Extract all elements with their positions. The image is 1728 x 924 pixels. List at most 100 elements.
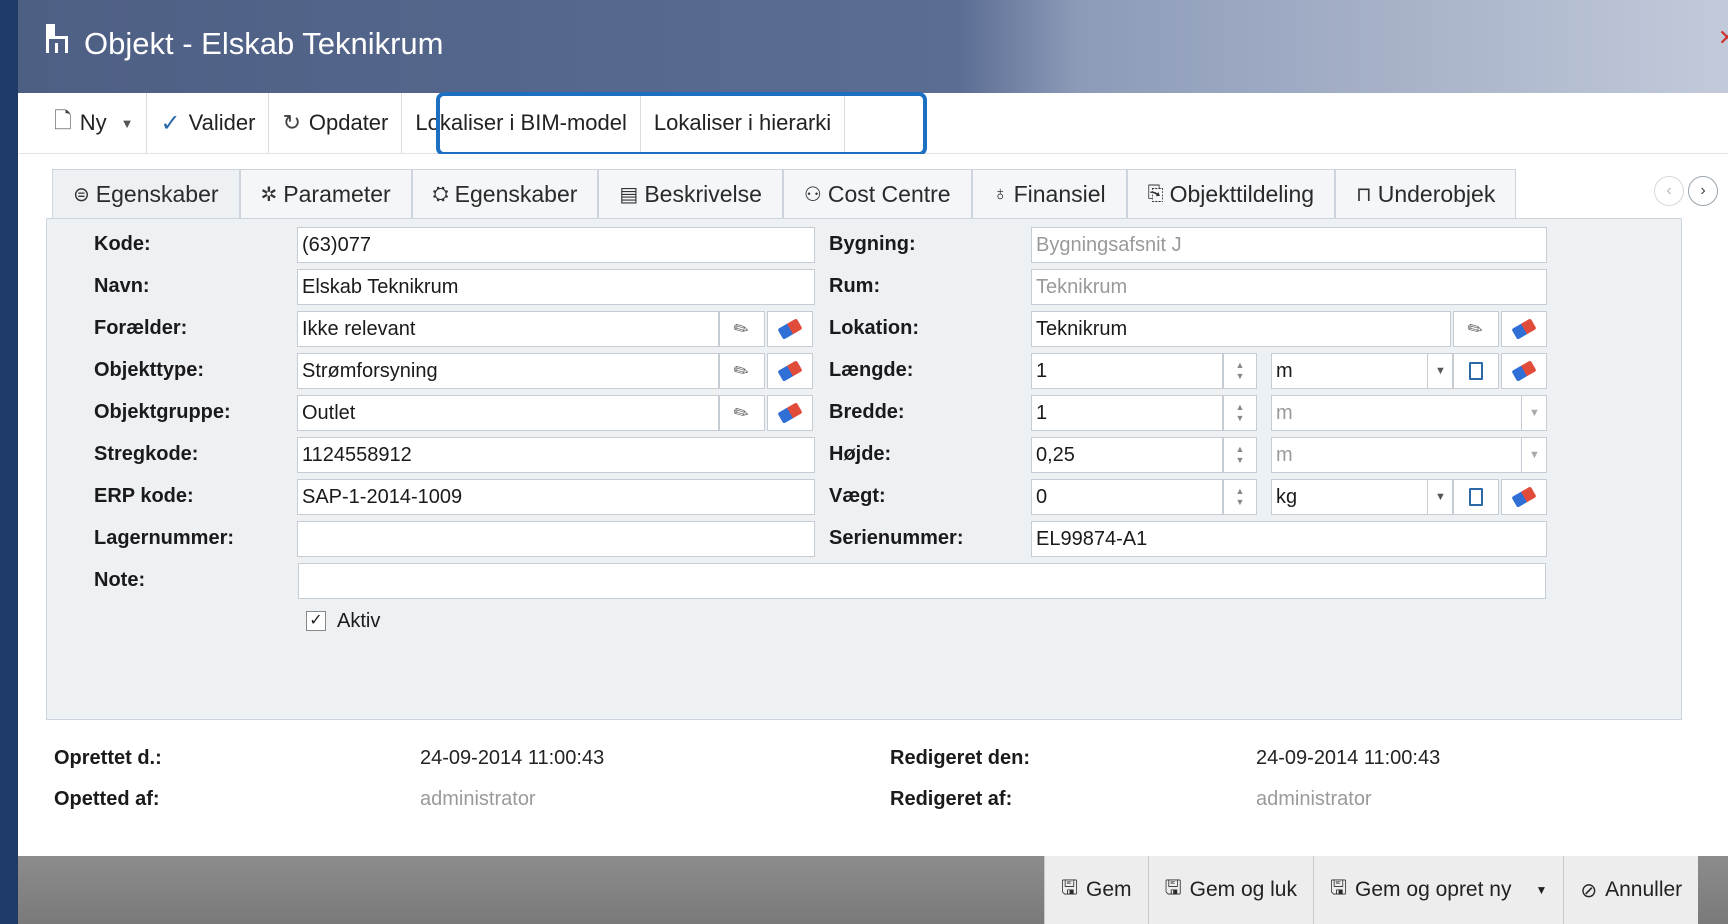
tab-cost-centre[interactable]: ⚇ Cost Centre <box>782 169 972 218</box>
tab-scroll-left-icon[interactable]: ‹ <box>1654 176 1684 206</box>
locate-bim-label: Lokaliser i BIM-model <box>415 110 627 135</box>
objektgruppe-field[interactable]: Outlet <box>297 395 719 431</box>
tab-egenskaber-2[interactable]: ⛭ Egenskaber <box>411 169 599 218</box>
lokation-select-button[interactable]: ✎ <box>1453 311 1499 347</box>
foraelder-field[interactable]: Ikke relevant <box>297 311 719 347</box>
tab-underobjekter[interactable]: ⊓ Underobjek <box>1335 169 1517 218</box>
vaegt-stepper[interactable]: ▲ ▼ <box>1223 479 1257 515</box>
bredde-unit-select: m <box>1271 395 1547 431</box>
laengde-stepper[interactable]: ▲ ▼ <box>1223 353 1257 389</box>
laengde-unit-select[interactable]: m <box>1271 353 1453 389</box>
refresh-icon: ↻ <box>282 110 301 135</box>
tab-parameter[interactable]: ✲ Parameter <box>239 169 412 218</box>
navn-field[interactable]: Elskab Teknikrum <box>297 269 815 305</box>
foraelder-select-button[interactable]: ✎ <box>719 311 765 347</box>
validate-button[interactable]: ✓ Valider <box>147 92 270 154</box>
tab-label: Finansiel <box>1013 180 1106 207</box>
tag-icon: ⛭ <box>432 182 449 205</box>
navn-label: Navn: <box>94 275 150 297</box>
eraser-icon <box>777 360 803 382</box>
save-button[interactable]: 🖫 Gem <box>1044 856 1148 924</box>
tab-finansiel[interactable]: ♁ Finansiel <box>971 169 1127 218</box>
lokation-label: Lokation: <box>829 317 919 339</box>
objektgruppe-select-button[interactable]: ✎ <box>719 395 765 431</box>
objektgruppe-clear-button[interactable] <box>767 395 813 431</box>
tab-label: Cost Centre <box>827 180 951 207</box>
tab-scroll-right-icon[interactable]: › <box>1688 176 1718 206</box>
eraser-icon <box>1511 360 1537 382</box>
bredde-label: Bredde: <box>829 401 905 423</box>
foraelder-clear-button[interactable] <box>767 311 813 347</box>
vaegt-clear-button[interactable] <box>1501 479 1547 515</box>
locate-hierarchy-button[interactable]: Lokaliser i hierarki <box>641 92 846 154</box>
chevron-down-icon: ▼ <box>1521 438 1547 472</box>
chevron-down-icon[interactable]: ▼ <box>1427 480 1453 514</box>
objekttype-clear-button[interactable] <box>767 353 813 389</box>
gear-icon: ✲ <box>260 183 278 206</box>
objektgruppe-label: Objektgruppe: <box>94 401 231 423</box>
properties-panel: Kode: (63)077 Navn: Elskab Teknikrum For… <box>46 218 1682 720</box>
object-icon <box>44 24 70 64</box>
content-area: ⊜ Egenskaber ✲ Parameter ⛭ Egenskaber ▤ … <box>18 154 1728 854</box>
laengde-label: Længde: <box>829 359 914 381</box>
refresh-label: Opdater <box>308 110 389 135</box>
created-value: 24-09-2014 11:00:43 <box>420 747 605 769</box>
lokation-field[interactable]: Teknikrum <box>1031 311 1451 347</box>
tab-label: Underobjek <box>1377 180 1496 207</box>
aktiv-checkbox[interactable]: ✓ <box>306 611 326 631</box>
erp-label: ERP kode: <box>94 485 194 507</box>
tab-label: Egenskaber <box>454 180 578 207</box>
objekttype-select-button[interactable]: ✎ <box>719 353 765 389</box>
refresh-button[interactable]: ↻ Opdater <box>269 92 403 154</box>
laengde-new-button[interactable] <box>1453 353 1499 389</box>
bredde-field[interactable]: 1 <box>1031 395 1223 431</box>
tab-objekttildeling[interactable]: ⎘ Objekttildeling <box>1126 169 1336 218</box>
vaegt-unit-select[interactable]: kg <box>1271 479 1453 515</box>
objekttype-field[interactable]: Strømforsyning <box>297 353 719 389</box>
laengde-clear-button[interactable] <box>1501 353 1547 389</box>
cancel-label: Annuller <box>1605 878 1683 901</box>
kode-field[interactable]: (63)077 <box>297 227 815 263</box>
bygning-label: Bygning: <box>829 233 916 255</box>
lager-field[interactable] <box>297 521 815 557</box>
lokation-clear-button[interactable] <box>1501 311 1547 347</box>
people-icon: ⚇ <box>803 183 822 206</box>
chevron-down-icon[interactable]: ▼ <box>1427 354 1453 388</box>
save-close-label: Gem og luk <box>1189 878 1297 901</box>
objekttype-label: Objekttype: <box>94 359 205 381</box>
tab-beskrivelse[interactable]: ▤ Beskrivelse <box>598 169 783 218</box>
stregkode-field[interactable]: 1124558912 <box>297 437 815 473</box>
new-label: Ny <box>79 110 107 135</box>
tab-egenskaber[interactable]: ⊜ Egenskaber <box>52 169 240 218</box>
erp-field[interactable]: SAP-1-2014-1009 <box>297 479 815 515</box>
eraser-icon <box>777 318 803 340</box>
locate-bim-button[interactable]: Lokaliser i BIM-model <box>402 92 641 154</box>
created-by-value: administrator <box>420 788 536 810</box>
document-icon: ▤ <box>619 183 639 206</box>
pick-icon: ✎ <box>730 400 754 426</box>
laengde-field[interactable]: 1 <box>1031 353 1223 389</box>
vaegt-field[interactable]: 0 <box>1031 479 1223 515</box>
bredde-stepper[interactable]: ▲ ▼ <box>1223 395 1257 431</box>
hojde-stepper[interactable]: ▲ ▼ <box>1223 437 1257 473</box>
new-page-icon <box>1469 362 1483 380</box>
money-bag-icon: ♁ <box>992 182 1008 205</box>
close-icon[interactable]: ✕ <box>1718 25 1728 51</box>
chevron-down-icon[interactable]: ▼ <box>121 116 134 131</box>
serie-field[interactable]: EL99874-A1 <box>1031 521 1547 557</box>
vaegt-new-button[interactable] <box>1453 479 1499 515</box>
note-field[interactable] <box>298 563 1546 599</box>
tab-scroll-arrows: ‹ › <box>1654 176 1718 206</box>
cancel-button[interactable]: ⊘ Annuller <box>1563 856 1698 924</box>
save-close-icon: 🖫 <box>1164 877 1182 899</box>
chevron-down-icon: ▼ <box>1521 396 1547 430</box>
hojde-field[interactable]: 0,25 <box>1031 437 1223 473</box>
edited-by-label: Redigeret af: <box>890 788 1013 810</box>
save-close-button[interactable]: 🖫 Gem og luk <box>1147 856 1313 924</box>
new-button[interactable]: 🗋 Ny ▼ <box>18 92 148 154</box>
save-new-button[interactable]: 🖫 Gem og opret ny ▼ <box>1313 856 1563 924</box>
kode-label: Kode: <box>94 233 151 255</box>
chevron-down-icon[interactable]: ▼ <box>1535 883 1547 897</box>
pick-icon: ✎ <box>730 358 754 384</box>
created-by-label: Opetted af: <box>54 788 160 810</box>
